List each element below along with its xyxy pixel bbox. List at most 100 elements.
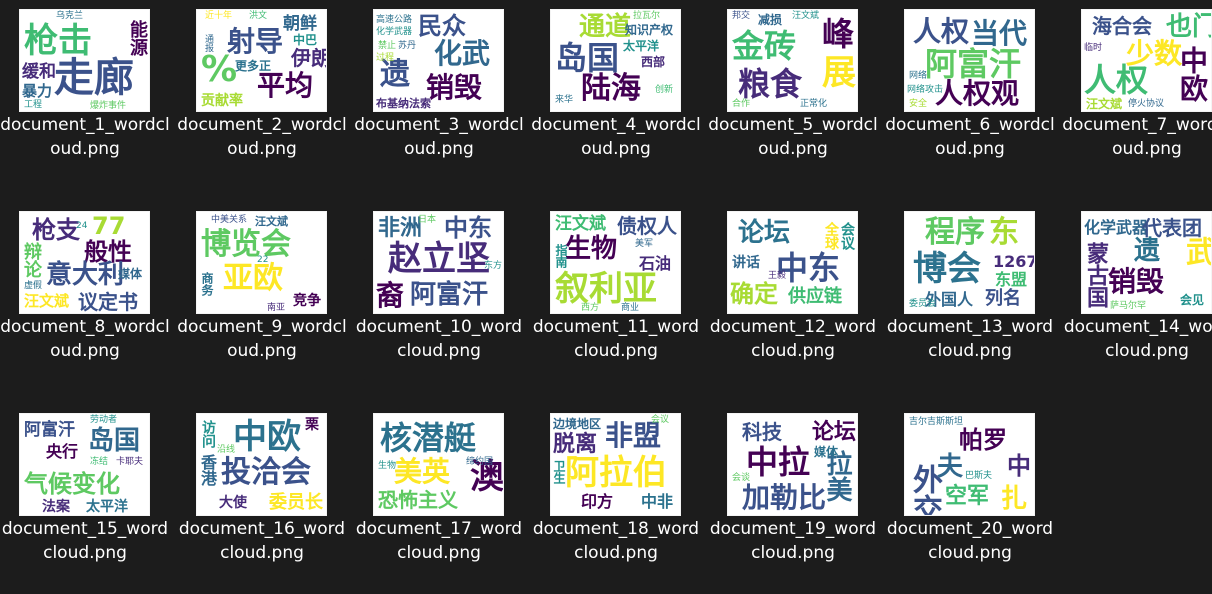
keyword: 议定书 xyxy=(78,290,138,314)
keyword: 博览会 xyxy=(201,227,291,262)
file-item[interactable]: 枪支 77 般性 意大利 辩论 议定书 汪文斌 媒体 24 虚假 documen… xyxy=(0,202,170,392)
wordcloud-thumbnail: 阿富汗 岛国 央行 气候变化 法案 太平洋 劳动者 冻结 卡耶夫 xyxy=(19,413,150,516)
keyword: 太平洋 xyxy=(623,39,660,53)
wordcloud-thumbnail: 边境地区 非盟 脱离 阿拉伯 印方 中非 卫生 会议 xyxy=(550,413,681,516)
keyword: 叙利亚 xyxy=(555,269,657,309)
keyword: 边境地区 xyxy=(553,417,602,431)
keyword: 走廊 xyxy=(54,55,134,101)
keyword: 中 xyxy=(1007,452,1031,480)
keyword: 布基纳法索 xyxy=(376,97,431,110)
file-item[interactable]: 中美关系 汪文斌 博览会 亚欧 竞争 22 商务 南亚 document_9_w… xyxy=(177,202,347,392)
keyword: 日本 xyxy=(418,215,437,225)
keyword: 24 xyxy=(76,221,88,231)
file-item[interactable]: 枪击 走廊 能源 缓和 暴力 工程 爆炸事件 乌克兰 document_1_wo… xyxy=(0,0,170,190)
keyword: 商务 xyxy=(200,272,214,296)
wordcloud-thumbnail: 中欧 投洽会 香港 大使 委员长 访问 沿线 栗 xyxy=(196,413,327,516)
file-item[interactable]: 科技 论坛 中拉 加勒比 拉美 媒体 会谈 document_19_wordcl… xyxy=(708,404,878,594)
keyword: 委员长 xyxy=(269,492,323,513)
file-item[interactable]: 金砖 粮食 峰 展 减损 汪文斌 正常化 邦交 合作 document_5_wo… xyxy=(708,0,878,190)
keyword: 香港 xyxy=(198,454,217,486)
keyword: 工程 xyxy=(24,100,43,110)
keyword: 会议 xyxy=(651,415,670,425)
keyword: 乌克兰 xyxy=(56,11,84,21)
keyword: 汪文斌 xyxy=(555,214,606,234)
keyword: 合作 xyxy=(732,99,751,109)
keyword: 苏丹 xyxy=(398,41,417,51)
keyword: 夫 xyxy=(937,452,964,482)
keyword: 会议 xyxy=(839,222,855,250)
file-item[interactable]: 人权 当代 阿富汗 人权观 网络 网络攻击 安全 document_6_word… xyxy=(885,0,1055,190)
keyword: 王毅 xyxy=(768,271,787,281)
file-item[interactable]: 帕罗 外交 空军 中 夫 扎 巴斯夫 吉尔吉斯斯坦 document_20_wo… xyxy=(885,404,1055,594)
keyword: 缔约国 xyxy=(466,457,494,467)
keyword: 中东 xyxy=(444,214,492,242)
file-name: document_5_wordcloud.png xyxy=(708,115,878,159)
keyword: 意大利 xyxy=(46,260,125,290)
keyword: 化学武器 xyxy=(376,27,413,37)
file-item[interactable]: 非洲 中东 赵立坚 裔 阿富汗 东方 日本 document_10_wordcl… xyxy=(354,202,524,392)
keyword: 蒙古国 xyxy=(1083,242,1108,308)
keyword: 空军 xyxy=(945,484,990,509)
file-item[interactable]: 程序 东 博会 1267 外国人 列名 东盟 委员会 document_13_w… xyxy=(885,202,1055,392)
keyword: 核潜艇 xyxy=(380,419,477,457)
file-item[interactable]: 海合会 也门 少数 人权 中欧 汪文斌 停火协议 临时 document_7_w… xyxy=(1062,0,1212,190)
keyword: 阿富汗 xyxy=(24,420,75,440)
keyword: 更多正 xyxy=(235,59,272,73)
file-item[interactable]: 边境地区 非盟 脱离 阿拉伯 印方 中非 卫生 会议 document_18_w… xyxy=(531,404,701,594)
wordcloud-thumbnail: 民众 化武 遗 销毁 高速公路 化学武器 布基纳法索 禁止 苏丹 过程 xyxy=(373,9,504,112)
file-item[interactable]: 汪文斌 债权人 生物 石油 叙利亚 美军 指南 商业 西方 document_1… xyxy=(531,202,701,392)
file-item[interactable]: 通道 岛国 陆海 知识产权 太平洋 西部 来华 创新 拉瓦尔 document_… xyxy=(531,0,701,190)
keyword: 平均 xyxy=(257,69,314,102)
file-name: document_13_wordcloud.png xyxy=(886,317,1054,361)
keyword: 论坛 xyxy=(812,420,857,445)
keyword: 东方 xyxy=(484,261,503,271)
keyword: 来华 xyxy=(555,95,574,105)
keyword: 展 xyxy=(822,53,856,93)
keyword: 洪文 xyxy=(249,11,268,21)
file-item[interactable]: 射导 % 平均 朝鲜 伊朗 中巴 更多正 贡献率 洪文 通报 近十年 docum… xyxy=(177,0,347,190)
wordcloud-thumbnail: 射导 % 平均 朝鲜 伊朗 中巴 更多正 贡献率 洪文 通报 近十年 xyxy=(196,9,327,112)
keyword: 会谈 xyxy=(732,473,751,483)
keyword: 亚欧 xyxy=(223,261,283,296)
keyword: 销毁 xyxy=(1108,265,1165,298)
keyword: 武 xyxy=(1180,236,1212,266)
keyword: 人权 xyxy=(913,15,970,48)
file-item[interactable]: 民众 化武 遗 销毁 高速公路 化学武器 布基纳法索 禁止 苏丹 过程 docu… xyxy=(354,0,524,190)
file-item[interactable]: 核潜艇 美英 澳 恐怖主义 缔约国 生物 document_17_wordclo… xyxy=(354,404,524,594)
keyword: 停火协议 xyxy=(1128,99,1165,109)
keyword: 贡献率 xyxy=(201,93,243,109)
keyword: 阿富汗 xyxy=(410,280,489,310)
file-name: document_8_wordcloud.png xyxy=(0,317,170,361)
keyword: 生物 xyxy=(378,461,397,471)
keyword: 峰 xyxy=(822,15,855,53)
file-item[interactable]: 中欧 投洽会 香港 大使 委员长 访问 沿线 栗 document_16_wor… xyxy=(177,404,347,594)
keyword: 网络 xyxy=(909,71,928,81)
file-name: document_6_wordcloud.png xyxy=(885,115,1055,159)
keyword: 委员会 xyxy=(909,299,937,309)
keyword: 非洲 xyxy=(378,216,423,241)
keyword: 22 xyxy=(257,255,269,265)
keyword: 代表团 xyxy=(1142,216,1202,240)
wordcloud-thumbnail: 科技 论坛 中拉 加勒比 拉美 媒体 会谈 xyxy=(727,413,858,516)
file-item[interactable]: 化学武器 代表团 遗 武 蒙古国 销毁 萨马尔罕 会见 document_14_… xyxy=(1062,202,1212,392)
keyword: 扎 xyxy=(1001,484,1028,514)
file-name: document_19_wordcloud.png xyxy=(709,519,877,563)
file-name: document_9_wordcloud.png xyxy=(177,317,347,361)
keyword: 枪支 xyxy=(32,216,80,244)
file-name: document_1_wordcloud.png xyxy=(0,115,170,159)
keyword: 知识产权 xyxy=(625,23,674,37)
keyword: 西部 xyxy=(641,55,666,69)
keyword: 帕罗 xyxy=(959,426,1007,454)
wordcloud-thumbnail: 通道 岛国 陆海 知识产权 太平洋 西部 来华 创新 拉瓦尔 xyxy=(550,9,681,112)
keyword: 博会 xyxy=(913,249,981,289)
keyword: 人权 xyxy=(1084,61,1149,99)
file-item[interactable]: 论坛 中东 确定 供应链 讲话 王毅 全球 会议 document_12_wor… xyxy=(708,202,878,392)
keyword: 网络攻击 xyxy=(907,85,944,95)
keyword: % xyxy=(201,49,238,90)
keyword: 中拉 xyxy=(746,443,811,481)
keyword: 中欧 xyxy=(1176,46,1209,102)
keyword: 央行 xyxy=(46,442,79,461)
file-item[interactable]: 阿富汗 岛国 央行 气候变化 法案 太平洋 劳动者 冻结 卡耶夫 documen… xyxy=(0,404,170,594)
keyword: 海合会 xyxy=(1092,14,1152,38)
keyword: 过程 xyxy=(376,53,395,63)
